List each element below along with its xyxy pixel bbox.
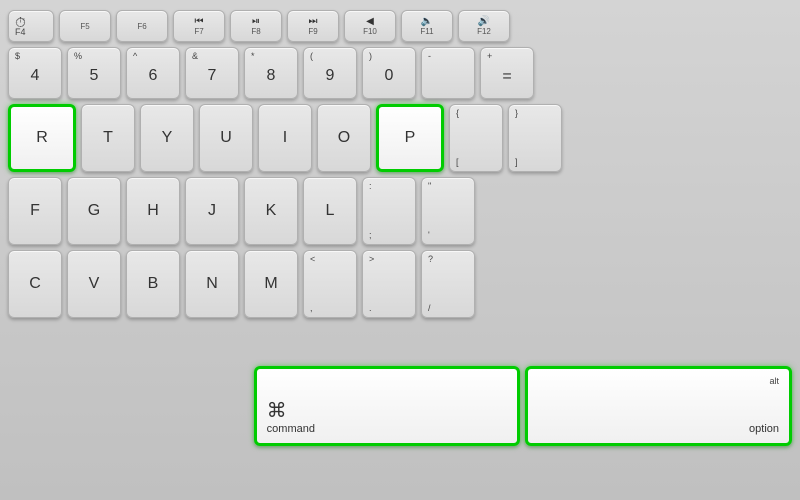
key-v[interactable]: V xyxy=(67,250,121,318)
key-n[interactable]: N xyxy=(185,250,239,318)
keyboard: ⏱ F4 F5 F6 ⏮ F7 ⏯ F8 ⏭ F9 ◀ F10 🔈 F11 xyxy=(0,0,800,500)
key-b[interactable]: B xyxy=(126,250,180,318)
key-g[interactable]: G xyxy=(67,177,121,245)
key-f12[interactable]: 🔊 F12 xyxy=(458,10,510,42)
key-slash[interactable]: ? / xyxy=(421,250,475,318)
key-f5[interactable]: F5 xyxy=(59,10,111,42)
key-o[interactable]: O xyxy=(317,104,371,172)
key-f11[interactable]: 🔈 F11 xyxy=(401,10,453,42)
key-f4[interactable]: ⏱ F4 xyxy=(8,10,54,42)
command-icon: ⌘ xyxy=(267,401,287,421)
function-row: ⏱ F4 F5 F6 ⏮ F7 ⏯ F8 ⏭ F9 ◀ F10 🔈 F11 xyxy=(8,10,792,42)
key-j[interactable]: J xyxy=(185,177,239,245)
key-0[interactable]: ) 0 xyxy=(362,47,416,99)
key-m[interactable]: M xyxy=(244,250,298,318)
key-p[interactable]: P xyxy=(376,104,444,172)
key-7[interactable]: & 7 xyxy=(185,47,239,99)
key-quote[interactable]: " ' xyxy=(421,177,475,245)
key-h[interactable]: H xyxy=(126,177,180,245)
key-t[interactable]: T xyxy=(81,104,135,172)
key-r[interactable]: R xyxy=(8,104,76,172)
key-f10[interactable]: ◀ F10 xyxy=(344,10,396,42)
key-6[interactable]: ^ 6 xyxy=(126,47,180,99)
key-f7[interactable]: ⏮ F7 xyxy=(173,10,225,42)
number-row: $ 4 % 5 ^ 6 & 7 * 8 ( 9 ) 0 - xyxy=(8,47,792,99)
key-y[interactable]: Y xyxy=(140,104,194,172)
key-8[interactable]: * 8 xyxy=(244,47,298,99)
key-9[interactable]: ( 9 xyxy=(303,47,357,99)
key-minus[interactable]: - xyxy=(421,47,475,99)
key-equals[interactable]: + = xyxy=(480,47,534,99)
bottom-row: ⌘ command alt option xyxy=(8,323,792,488)
key-k[interactable]: K xyxy=(244,177,298,245)
zxcv-row: C V B N M < , > . ? / xyxy=(8,250,792,318)
alt-label: alt xyxy=(770,377,780,386)
key-4[interactable]: $ 4 xyxy=(8,47,62,99)
key-f8[interactable]: ⏯ F8 xyxy=(230,10,282,42)
key-f6[interactable]: F6 xyxy=(116,10,168,42)
key-5[interactable]: % 5 xyxy=(67,47,121,99)
key-command[interactable]: ⌘ command xyxy=(254,366,521,446)
qwerty-row: R T Y U I O P { [ } ] xyxy=(8,104,792,172)
key-f9[interactable]: ⏭ F9 xyxy=(287,10,339,42)
command-label: command xyxy=(267,423,315,435)
key-option[interactable]: alt option xyxy=(525,366,792,446)
option-label: option xyxy=(749,423,779,435)
key-lbracket[interactable]: { [ xyxy=(449,104,503,172)
key-period[interactable]: > . xyxy=(362,250,416,318)
key-rbracket[interactable]: } ] xyxy=(508,104,562,172)
key-c[interactable]: C xyxy=(8,250,62,318)
asdf-row: F G H J K L : ; " ' xyxy=(8,177,792,245)
key-i[interactable]: I xyxy=(258,104,312,172)
key-f[interactable]: F xyxy=(8,177,62,245)
key-semicolon[interactable]: : ; xyxy=(362,177,416,245)
key-u[interactable]: U xyxy=(199,104,253,172)
key-comma[interactable]: < , xyxy=(303,250,357,318)
key-l[interactable]: L xyxy=(303,177,357,245)
